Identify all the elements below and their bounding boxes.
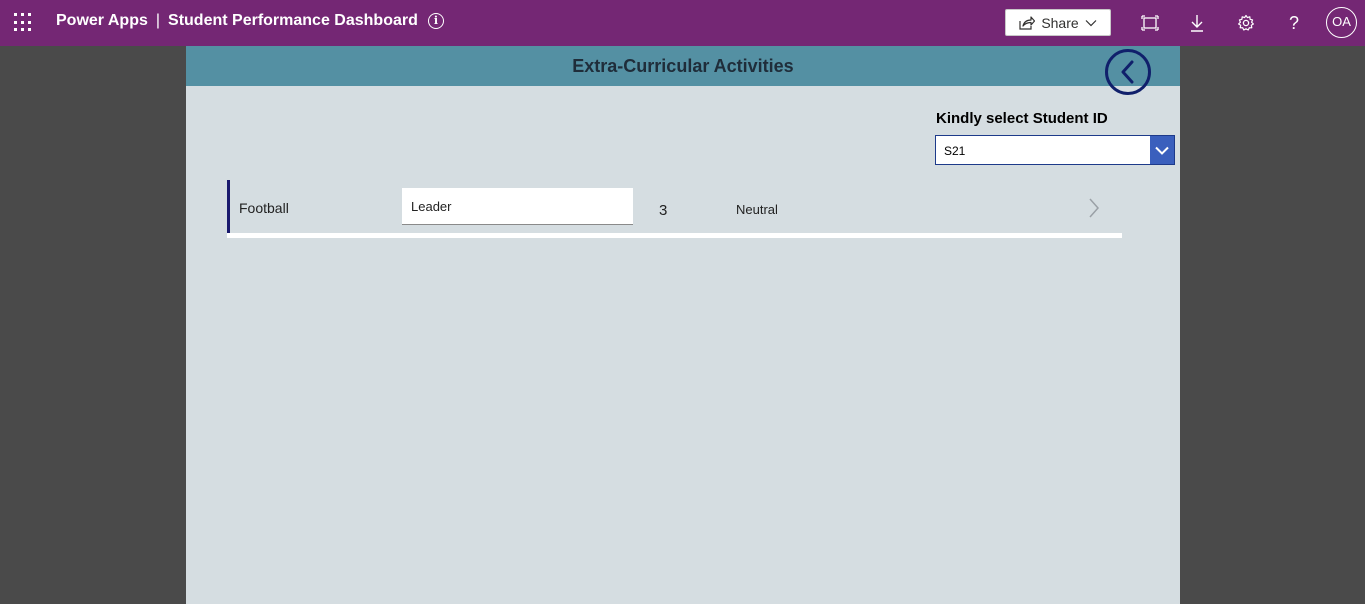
- role-input[interactable]: [402, 188, 633, 225]
- chevron-right-icon[interactable]: [1086, 197, 1102, 219]
- activity-mood: Neutral: [736, 202, 778, 217]
- user-avatar[interactable]: OA: [1326, 7, 1357, 38]
- waffle-icon[interactable]: [14, 13, 34, 33]
- settings-icon[interactable]: [1235, 12, 1257, 34]
- app-branding: Power Apps | Student Performance Dashboard: [56, 12, 418, 30]
- app-canvas: Extra-Curricular Activities Kindly selec…: [186, 46, 1180, 604]
- fit-screen-icon[interactable]: [1139, 12, 1161, 34]
- share-icon: [1019, 15, 1036, 30]
- info-icon[interactable]: i: [428, 13, 444, 29]
- activity-count: 3: [659, 202, 668, 219]
- student-id-value: S21: [944, 144, 966, 158]
- share-button[interactable]: Share: [1005, 9, 1111, 36]
- app-name: Power Apps: [56, 12, 148, 29]
- chevron-left-icon: [1121, 60, 1134, 84]
- download-icon[interactable]: [1186, 12, 1208, 34]
- chevron-down-icon: [1085, 19, 1097, 26]
- app-title: Student Performance Dashboard: [168, 12, 418, 29]
- brand-separator: |: [155, 12, 161, 29]
- student-id-label: Kindly select Student ID: [936, 110, 1108, 127]
- activity-name: Football: [239, 200, 289, 216]
- screen-title: Extra-Curricular Activities: [572, 56, 794, 76]
- dropdown-chevron-icon[interactable]: [1150, 136, 1174, 164]
- row-separator: [227, 233, 1122, 238]
- share-label: Share: [1041, 14, 1079, 31]
- top-bar: Power Apps | Student Performance Dashboard…: [0, 0, 1365, 46]
- activity-row[interactable]: Football 3 Neutral: [227, 180, 1122, 233]
- row-selection-indicator: [227, 180, 230, 233]
- screen-header: Extra-Curricular Activities: [186, 46, 1180, 86]
- back-button[interactable]: [1105, 49, 1151, 95]
- help-icon[interactable]: ?: [1283, 12, 1305, 34]
- student-id-dropdown[interactable]: S21: [935, 135, 1175, 165]
